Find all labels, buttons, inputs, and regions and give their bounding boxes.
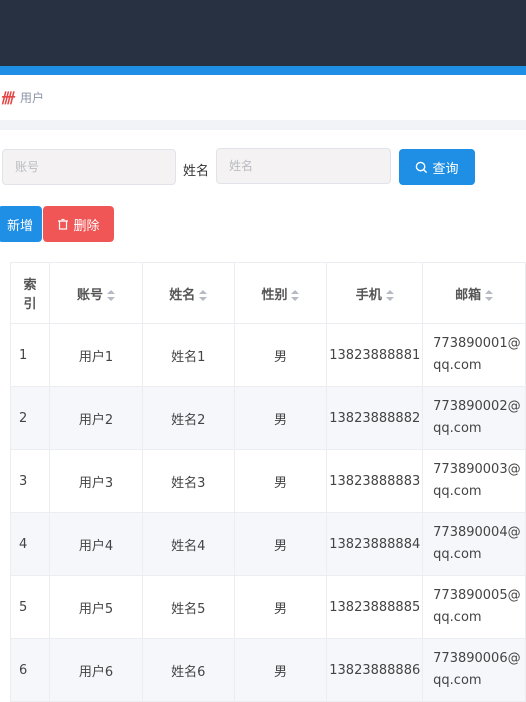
column-header-gender[interactable]: 性别 [233, 262, 328, 324]
query-button[interactable]: 查询 [399, 149, 475, 185]
table-row[interactable]: 3 用户3 姓名3 男 13823888883 773890003@ qq.co… [9, 449, 526, 513]
cell-email: 773890004@ qq.com [422, 512, 526, 576]
sort-caret-icon[interactable] [106, 289, 115, 301]
query-button-label: 查询 [432, 161, 459, 177]
cell-index: 1 [9, 323, 51, 387]
column-header-label: 账号 [76, 287, 103, 303]
cell-name: 姓名6 [141, 638, 235, 702]
cell-phone: 13823888883 [326, 449, 424, 513]
cell-name: 姓名1 [141, 323, 235, 387]
column-header-index: 索 引 [9, 262, 51, 324]
column-header-label: 索 引 [23, 278, 37, 312]
column-header-phone[interactable]: 手机 [326, 262, 424, 324]
app-logo-icon: 卌 [0, 90, 14, 107]
table-row[interactable]: 4 用户4 姓名4 男 13823888884 773890004@ qq.co… [9, 512, 526, 576]
trash-icon [58, 218, 69, 230]
add-button-label: 新增 [6, 218, 33, 234]
cell-gender: 男 [233, 638, 328, 702]
cell-name: 姓名5 [141, 575, 235, 639]
top-navbar [0, 0, 526, 66]
main-content: 账号 姓名 姓名 查询 新增 删除 索 引 账号 姓名 性别 手机 邮箱 1 用… [0, 130, 526, 702]
account-input[interactable]: 账号 [2, 149, 176, 185]
column-header-label: 邮箱 [455, 287, 482, 303]
cell-index: 6 [9, 638, 51, 702]
cell-account: 用户1 [49, 323, 143, 387]
sort-caret-icon[interactable] [199, 289, 208, 301]
search-icon [416, 161, 428, 173]
cell-gender: 男 [233, 386, 328, 450]
cell-index: 5 [9, 575, 51, 639]
cell-email: 773890002@ qq.com [422, 386, 526, 450]
cell-gender: 男 [233, 323, 328, 387]
cell-index: 3 [9, 449, 51, 513]
table-row[interactable]: 1 用户1 姓名1 男 13823888881 773890001@ qq.co… [9, 323, 526, 387]
delete-button-label: 删除 [73, 218, 100, 234]
cell-index: 2 [9, 386, 51, 450]
cell-email: 773890003@ qq.com [422, 449, 526, 513]
sort-caret-icon[interactable] [291, 289, 300, 301]
cell-account: 用户6 [49, 638, 143, 702]
table-row[interactable]: 2 用户2 姓名2 男 13823888882 773890002@ qq.co… [9, 386, 526, 450]
cell-account: 用户2 [49, 386, 143, 450]
cell-email: 773890005@ qq.com [422, 575, 526, 639]
breadcrumb-current[interactable]: 用户 [20, 89, 44, 106]
cell-account: 用户5 [49, 575, 143, 639]
cell-gender: 男 [233, 449, 328, 513]
name-field-label: 姓名 [183, 164, 210, 179]
cell-gender: 男 [233, 512, 328, 576]
table-row[interactable]: 6 用户6 姓名6 男 13823888886 773890006@ qq.co… [9, 638, 526, 702]
sort-caret-icon[interactable] [485, 289, 494, 301]
cell-gender: 男 [233, 575, 328, 639]
cell-phone: 13823888885 [326, 575, 424, 639]
breadcrumb: 卌 用户 [0, 75, 526, 120]
sort-caret-icon[interactable] [385, 289, 394, 301]
cell-phone: 13823888882 [326, 386, 424, 450]
cell-name: 姓名4 [141, 512, 235, 576]
delete-button[interactable]: 删除 [43, 206, 114, 242]
cell-email: 773890006@ qq.com [422, 638, 526, 702]
cell-name: 姓名2 [141, 386, 235, 450]
column-header-name[interactable]: 姓名 [141, 262, 235, 324]
cell-phone: 13823888886 [326, 638, 424, 702]
navbar-accent-stripe [0, 66, 526, 75]
table-row[interactable]: 5 用户5 姓名5 男 13823888885 773890005@ qq.co… [9, 575, 526, 639]
add-button[interactable]: 新增 [0, 206, 42, 242]
column-header-label: 性别 [261, 287, 288, 303]
cell-index: 4 [9, 512, 51, 576]
column-header-label: 手机 [355, 287, 382, 303]
cell-account: 用户3 [49, 449, 143, 513]
table-header-row: 索 引 账号 姓名 性别 手机 邮箱 [9, 262, 526, 324]
cell-name: 姓名3 [141, 449, 235, 513]
name-input[interactable]: 姓名 [216, 148, 391, 184]
cell-phone: 13823888884 [326, 512, 424, 576]
column-header-email[interactable]: 邮箱 [422, 262, 526, 324]
column-header-account[interactable]: 账号 [49, 262, 143, 324]
cell-email: 773890001@ qq.com [422, 323, 526, 387]
cell-phone: 13823888881 [326, 323, 424, 387]
column-header-label: 姓名 [169, 287, 196, 303]
user-table: 索 引 账号 姓名 性别 手机 邮箱 1 用户1 姓名1 男 138238888… [9, 262, 526, 702]
cell-account: 用户4 [49, 512, 143, 576]
